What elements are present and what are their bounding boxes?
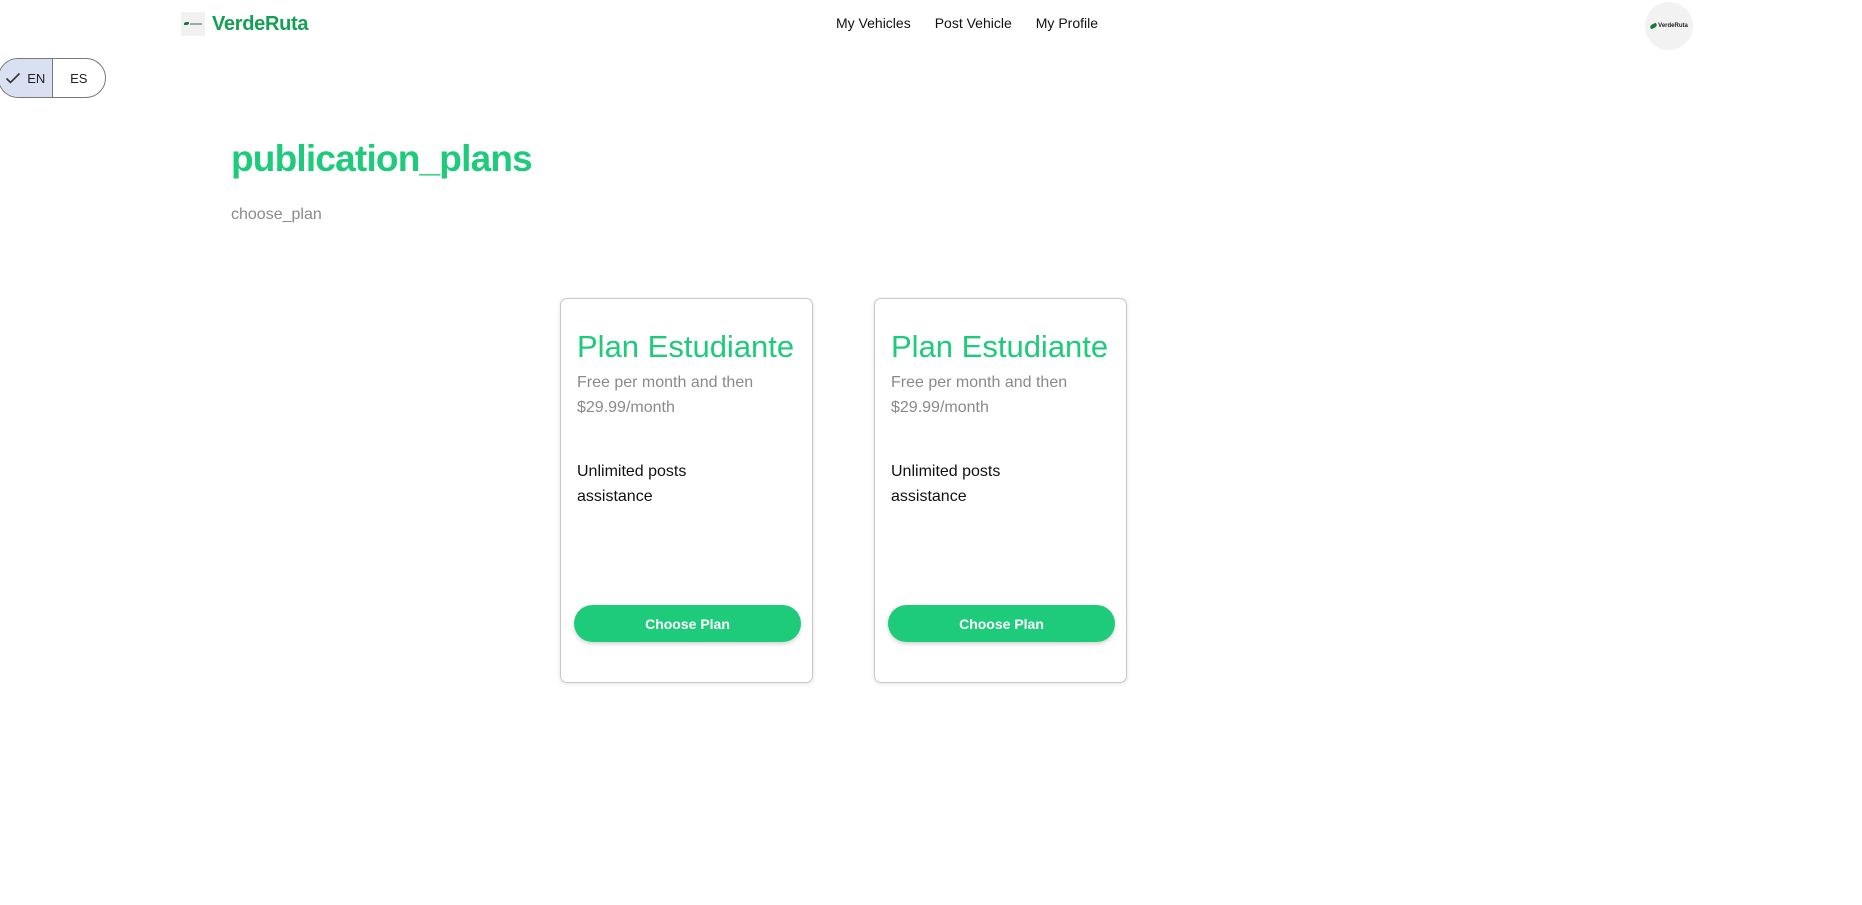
plan-card: Plan Estudiante Free per month and then … [560, 298, 813, 683]
brand-name: VerdeRuta [212, 12, 309, 35]
plan-feature: Unlimited posts [891, 463, 1001, 480]
brand-logo-icon [181, 12, 205, 36]
plans-list: Plan Estudiante Free per month and then … [560, 298, 1127, 683]
lang-label-en: EN [27, 70, 46, 86]
page-title: publication_plans [231, 138, 533, 179]
nav-my-vehicles[interactable]: My Vehicles [836, 15, 911, 31]
top-navbar: VerdeRuta My Vehicles Post Vehicle My Pr… [0, 0, 1862, 50]
nav-post-vehicle[interactable]: Post Vehicle [935, 15, 1012, 31]
plan-price: Free per month and then $29.99/month [891, 374, 1068, 416]
choose-plan-button[interactable]: Choose Plan [888, 605, 1115, 642]
plan-price: Free per month and then $29.99/month [577, 374, 754, 416]
choose-plan-button[interactable]: Choose Plan [574, 605, 801, 642]
avatar-logo-icon: VerdeRuta [1649, 22, 1688, 30]
brand-link[interactable]: VerdeRuta [181, 12, 309, 36]
plan-card: Plan Estudiante Free per month and then … [874, 298, 1127, 683]
lang-label-es: ES [70, 70, 88, 86]
avatar[interactable]: VerdeRuta [1645, 2, 1693, 50]
plan-name: Plan Estudiante [577, 329, 795, 364]
page-subtitle: choose_plan [231, 206, 322, 223]
lang-option-en[interactable]: EN [0, 59, 53, 97]
main-nav: My Vehicles Post Vehicle My Profile [836, 15, 1098, 31]
avatar-label: VerdeRuta [1658, 23, 1688, 29]
lang-option-es[interactable]: ES [53, 59, 106, 97]
plan-features: Unlimited posts assistance [891, 460, 1000, 509]
plan-feature: assistance [577, 487, 653, 505]
plan-name: Plan Estudiante [891, 329, 1109, 364]
language-toggle: EN ES [0, 58, 106, 98]
plan-feature: assistance [891, 487, 967, 505]
nav-my-profile[interactable]: My Profile [1036, 15, 1098, 31]
check-icon [6, 72, 21, 84]
plan-feature: Unlimited posts [577, 463, 687, 480]
plan-features: Unlimited posts assistance [577, 460, 686, 509]
